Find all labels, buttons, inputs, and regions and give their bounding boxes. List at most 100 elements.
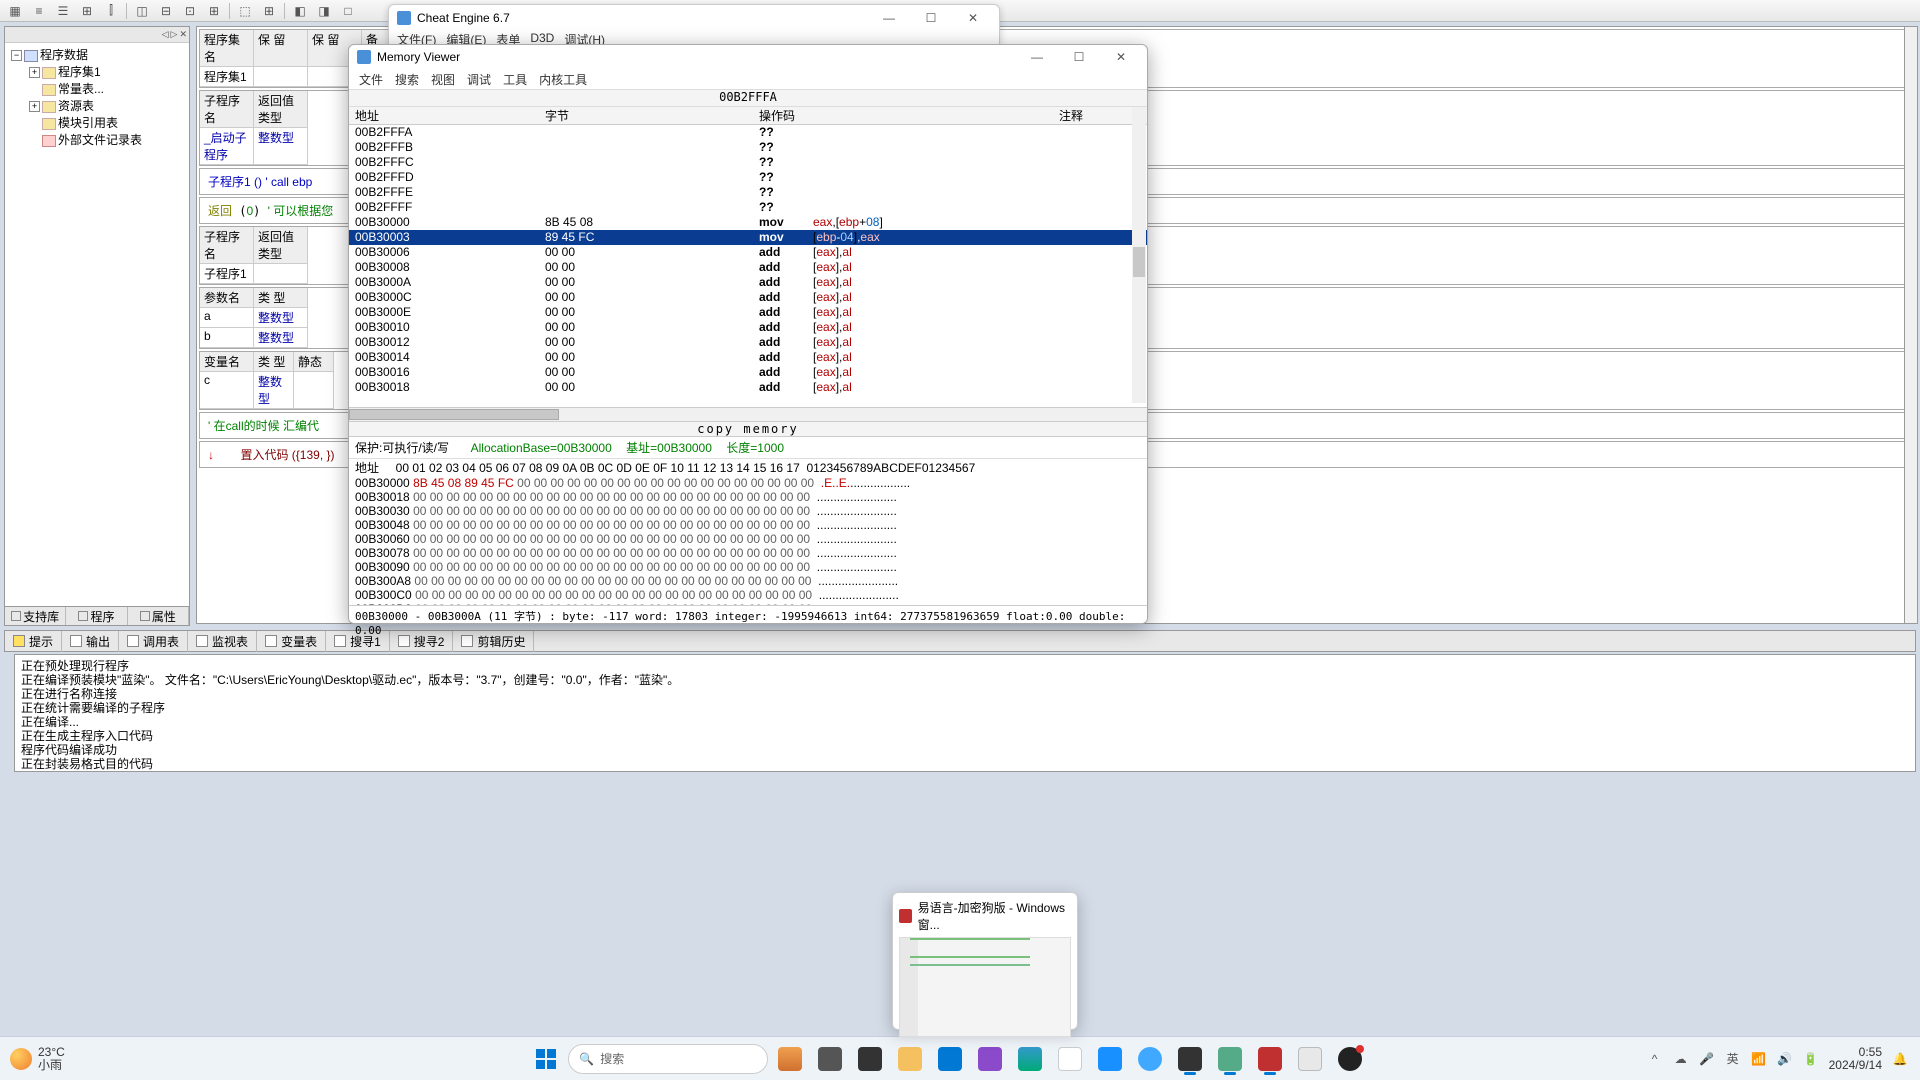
disasm-row[interactable]: 00B2FFFC?? bbox=[349, 155, 1147, 170]
toolbar-icon[interactable]: ⊟ bbox=[155, 2, 177, 20]
toolbar-icon[interactable]: ≡ bbox=[28, 2, 50, 20]
toolbar-icon[interactable]: ◫ bbox=[131, 2, 153, 20]
disasm-row[interactable]: 00B3001600 00add[eax],al bbox=[349, 365, 1147, 380]
disasm-row[interactable]: 00B3001800 00add[eax],al bbox=[349, 380, 1147, 395]
hex-row[interactable]: 00B30078 00 00 00 00 00 00 00 00 00 00 0… bbox=[355, 546, 1141, 560]
clock[interactable]: 0:552024/9/14 bbox=[1829, 1046, 1882, 1072]
cheat-engine-icon[interactable] bbox=[1172, 1041, 1208, 1077]
battery-icon[interactable]: 🔋 bbox=[1803, 1051, 1819, 1067]
taskbar-preview[interactable]: 易语言-加密狗版 - Windows窗... bbox=[892, 892, 1078, 1030]
toolbar-icon[interactable]: ⊞ bbox=[76, 2, 98, 20]
maximize-button[interactable]: ☐ bbox=[1061, 46, 1097, 68]
hex-row[interactable]: 00B300A8 00 00 00 00 00 00 00 00 00 00 0… bbox=[355, 574, 1141, 588]
disasm-row[interactable]: 00B3001000 00add[eax],al bbox=[349, 320, 1147, 335]
taskbar-app[interactable] bbox=[1212, 1041, 1248, 1077]
tree-item[interactable]: 外部文件记录表 bbox=[7, 132, 187, 149]
menu-item[interactable]: 工具 bbox=[503, 71, 527, 87]
tab-watch[interactable]: 监视表 bbox=[188, 631, 257, 652]
toolbar-icon[interactable]: ◧ bbox=[289, 2, 311, 20]
elang-icon[interactable] bbox=[1252, 1041, 1288, 1077]
search-input[interactable]: 🔍搜索 bbox=[568, 1044, 768, 1074]
visual-studio-icon[interactable] bbox=[972, 1041, 1008, 1077]
taskbar-app[interactable] bbox=[1092, 1041, 1128, 1077]
disasm-row[interactable]: 00B2FFFD?? bbox=[349, 170, 1147, 185]
menu-item[interactable]: 调试 bbox=[467, 71, 491, 87]
tree-root[interactable]: −程序数据 bbox=[7, 47, 187, 64]
notifications-icon[interactable]: 🔔 bbox=[1892, 1051, 1908, 1067]
output-log[interactable]: 正在预处理现行程序正在编译预装模块"蓝染"。 文件名："C:\Users\Eri… bbox=[14, 654, 1916, 772]
hex-row[interactable]: 00B30090 00 00 00 00 00 00 00 00 00 00 0… bbox=[355, 560, 1141, 574]
menu-item[interactable]: 内核工具 bbox=[539, 71, 587, 87]
disasm-row[interactable]: 00B3000600 00add[eax],al bbox=[349, 245, 1147, 260]
tab-call[interactable]: 调用表 bbox=[119, 631, 188, 652]
preview-thumbnail[interactable] bbox=[899, 937, 1071, 1037]
toolbar-icon[interactable]: □ bbox=[337, 2, 359, 20]
edge-icon[interactable] bbox=[1012, 1041, 1048, 1077]
tray-chevron-icon[interactable]: ^ bbox=[1647, 1051, 1663, 1067]
disasm-row[interactable]: 00B3001400 00add[eax],al bbox=[349, 350, 1147, 365]
tree-item[interactable]: +程序集1 bbox=[7, 64, 187, 81]
toolbar-icon[interactable]: ☰ bbox=[52, 2, 74, 20]
panel-btn[interactable]: ◁ bbox=[162, 29, 169, 40]
toolbar-icon[interactable]: ⊡ bbox=[179, 2, 201, 20]
taskbar-app[interactable] bbox=[932, 1041, 968, 1077]
scrollbar[interactable] bbox=[1904, 26, 1918, 624]
menu-item[interactable]: 搜索 bbox=[395, 71, 419, 87]
toolbar-icon[interactable]: ◨ bbox=[313, 2, 335, 20]
vertical-scrollbar[interactable] bbox=[1132, 107, 1146, 403]
close-button[interactable]: ✕ bbox=[955, 7, 991, 29]
taskbar-app[interactable] bbox=[1332, 1041, 1368, 1077]
taskbar-app[interactable] bbox=[812, 1041, 848, 1077]
disasm-row[interactable]: 00B3001200 00add[eax],al bbox=[349, 335, 1147, 350]
close-button[interactable]: ✕ bbox=[1103, 46, 1139, 68]
copy-memory-label[interactable]: copy memory bbox=[349, 421, 1147, 437]
hex-row[interactable]: 00B30048 00 00 00 00 00 00 00 00 00 00 0… bbox=[355, 518, 1141, 532]
hex-row[interactable]: 00B30000 8B 45 08 89 45 FC 00 00 00 00 0… bbox=[355, 476, 1141, 490]
disasm-row[interactable]: 00B2FFFB?? bbox=[349, 140, 1147, 155]
disasm-row[interactable]: 00B3000C00 00add[eax],al bbox=[349, 290, 1147, 305]
calculator-icon[interactable] bbox=[1292, 1041, 1328, 1077]
maximize-button[interactable]: ☐ bbox=[913, 7, 949, 29]
qq-icon[interactable] bbox=[1052, 1041, 1088, 1077]
horizontal-scrollbar[interactable] bbox=[349, 407, 1147, 421]
hex-row[interactable]: 00B300C0 00 00 00 00 00 00 00 00 00 00 0… bbox=[355, 588, 1141, 602]
mic-icon[interactable]: 🎤 bbox=[1699, 1051, 1715, 1067]
toolbar-icon[interactable]: ⊞ bbox=[258, 2, 280, 20]
hex-dump[interactable]: 地址 00 01 02 03 04 05 06 07 08 09 0A 0B 0… bbox=[349, 459, 1147, 605]
tree-item[interactable]: 模块引用表 bbox=[7, 115, 187, 132]
minimize-button[interactable]: — bbox=[1019, 46, 1055, 68]
hex-row[interactable]: 00B30030 00 00 00 00 00 00 00 00 00 00 0… bbox=[355, 504, 1141, 518]
toolbar-icon[interactable]: ⫿ bbox=[100, 2, 122, 20]
goto-address[interactable]: 00B2FFFA bbox=[349, 89, 1147, 107]
taskbar-app[interactable] bbox=[852, 1041, 888, 1077]
start-button[interactable] bbox=[528, 1041, 564, 1077]
tab-support-lib[interactable]: 支持库 bbox=[5, 607, 66, 625]
disasm-row[interactable]: 00B3000E00 00add[eax],al bbox=[349, 305, 1147, 320]
minimize-button[interactable]: — bbox=[871, 7, 907, 29]
hex-row[interactable]: 00B30018 00 00 00 00 00 00 00 00 00 00 0… bbox=[355, 490, 1141, 504]
tab-program[interactable]: 程序 bbox=[66, 607, 127, 625]
disasm-row[interactable]: 00B3000800 00add[eax],al bbox=[349, 260, 1147, 275]
tab-var[interactable]: 变量表 bbox=[257, 631, 326, 652]
hex-row[interactable]: 00B30060 00 00 00 00 00 00 00 00 00 00 0… bbox=[355, 532, 1141, 546]
tree-item[interactable]: +资源表 bbox=[7, 98, 187, 115]
disasm-row[interactable]: 00B2FFFA?? bbox=[349, 125, 1147, 140]
taskbar-app[interactable] bbox=[1132, 1041, 1168, 1077]
panel-btn[interactable]: ▷ bbox=[171, 29, 178, 40]
tab-search2[interactable]: 搜寻2 bbox=[390, 631, 454, 652]
file-explorer-icon[interactable] bbox=[892, 1041, 928, 1077]
toolbar-icon[interactable]: ▦ bbox=[4, 2, 26, 20]
volume-icon[interactable]: 🔊 bbox=[1777, 1051, 1793, 1067]
disasm-row[interactable]: 00B2FFFE?? bbox=[349, 185, 1147, 200]
disasm-row[interactable]: 00B300008B 45 08moveax,[ebp+08] bbox=[349, 215, 1147, 230]
menu-item[interactable]: 文件 bbox=[359, 71, 383, 87]
toolbar-icon[interactable]: ⊞ bbox=[203, 2, 225, 20]
disassembly-list[interactable]: 00B2FFFA??00B2FFFB??00B2FFFC??00B2FFFD??… bbox=[349, 125, 1147, 407]
wifi-icon[interactable]: 📶 bbox=[1751, 1051, 1767, 1067]
ime-icon[interactable]: 英 bbox=[1725, 1051, 1741, 1067]
tab-hint[interactable]: 提示 bbox=[5, 631, 62, 652]
disasm-row[interactable]: 00B2FFFF?? bbox=[349, 200, 1147, 215]
toolbar-icon[interactable]: ⬚ bbox=[234, 2, 256, 20]
disasm-row[interactable]: 00B3000A00 00add[eax],al bbox=[349, 275, 1147, 290]
taskbar-app[interactable] bbox=[772, 1041, 808, 1077]
